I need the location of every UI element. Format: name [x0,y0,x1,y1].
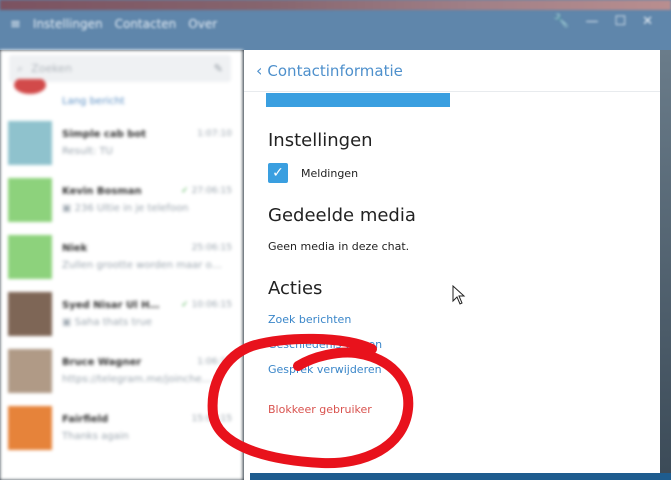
menu-item-contacts[interactable]: Contacten [115,17,177,31]
avatar [8,234,52,279]
clear-history-link[interactable]: Geschiedenis wissen [268,338,382,351]
chat-time: ✓ 27:06:15 [181,186,232,197]
notifications-checkbox[interactable]: ✓ [268,163,288,183]
chat-time-value: 27:06:15 [191,185,232,196]
maximize-button[interactable]: ☐ [614,14,626,29]
read-check-icon: ✓ [181,185,189,196]
chat-name: Niek [62,242,88,254]
menu-icon[interactable]: ≡ [10,17,21,32]
compose-icon[interactable]: ✎ [214,62,223,75]
menu-item-settings[interactable]: Instellingen [33,17,103,31]
chat-time-value: 10:06:15 [191,299,232,310]
chat-time: 25:06:15 [192,243,232,254]
list-item[interactable]: Fairfield 15:06:15 Thanks again [0,399,242,456]
list-item[interactable]: Lang bericht [0,79,242,114]
chat-time: 1:07:10 [197,129,232,140]
contact-info-header: ‹ Contactinformatie [244,50,660,92]
search-placeholder: Zoeken [31,62,72,75]
settings-title: Instellingen [268,130,373,151]
block-user-link[interactable]: Blokkeer gebruiker [268,403,372,416]
page-title: Contactinformatie [267,61,403,80]
check-icon: ✓ [272,165,284,181]
taskbar-strip [250,473,671,480]
window-border [660,50,671,480]
chat-name: Bruce Wagner [62,356,142,368]
chat-time: 15:06:15 [192,414,232,425]
chat-time: 1:06:15 [197,357,232,368]
chat-name: Syed Nisar Ul H… [62,299,160,311]
menu-item-about[interactable]: Over [188,17,217,31]
avatar [8,120,52,165]
wrench-icon[interactable]: 🔧 [553,14,569,29]
chat-list-pane: ⌕ Zoeken ✎ Lang bericht Simple cab bot 1:… [0,50,243,480]
avatar [8,291,52,336]
chat-list: Lang bericht Simple cab bot 1:07:10 Result… [0,79,242,456]
chat-time-value: 1:06:15 [197,356,232,367]
avatar [8,348,52,393]
avatar [8,405,52,450]
list-item[interactable]: Simple cab bot 1:07:10 Result: TU [0,114,242,171]
list-item[interactable]: Bruce Wagner 1:06:15 https://telegram.me/j… [0,342,242,399]
avatar [8,177,52,222]
window-controls: 🔧 — ☐ ✕ [553,14,653,29]
chat-preview: Thanks again [62,430,129,442]
chat-name: Kevin Bosman [62,185,142,197]
chat-time: ✓ 10:06:15 [181,300,232,311]
back-arrow-icon[interactable]: ‹ [256,61,262,80]
minimize-button[interactable]: — [585,14,598,29]
shared-media-title: Gedeelde media [268,205,416,226]
notifications-row[interactable]: ✓ Meldingen [268,163,358,183]
chat-preview: Zullen grootte worden maar o… [62,259,222,271]
notifications-label: Meldingen [301,166,359,180]
shared-media-text: Geen media in deze chat. [268,240,410,253]
chat-preview: Result: TU [62,145,113,157]
list-item[interactable]: Kevin Bosman ✓ 27:06:15 ▣ 236 Ultie in je t… [0,171,242,228]
list-item[interactable]: Niek 25:06:15 Zullen grootte worden maar o… [0,228,242,285]
chat-time-value: 15:06:15 [191,413,232,424]
profile-banner [266,93,450,107]
background-strip [0,0,671,10]
search-messages-link[interactable]: Zoek berichten [268,313,351,326]
chat-preview: https://telegram.me/joinche… [62,373,212,385]
close-button[interactable]: ✕ [642,14,653,29]
search-input[interactable]: ⌕ Zoeken ✎ [9,55,231,82]
contact-info-pane: ‹ Contactinformatie Instellingen ✓ Meldi… [244,50,660,480]
title-bar: ≡ Instellingen Contacten Over 🔧 — ☐ ✕ [0,0,671,50]
delete-chat-link[interactable]: Gesprek verwijderen [268,363,382,376]
main-menu: ≡ Instellingen Contacten Over [10,14,217,34]
actions-title: Acties [268,278,323,299]
mouse-cursor-icon [452,285,466,305]
search-icon: ⌕ [17,61,24,75]
read-check-icon: ✓ [181,299,189,310]
chat-preview: ▣ Saha thats true [62,316,152,328]
chat-time-value: 25:06:15 [191,242,232,253]
chat-preview: ▣ 236 Ultie in je telefoon [62,202,189,214]
chat-time-value: 1:07:10 [197,128,232,139]
list-item[interactable]: Syed Nisar Ul H… ✓ 10:06:15 ▣ Saha thats tr… [0,285,242,342]
chat-preview: Lang bericht [62,95,125,107]
chat-name: Fairfield [62,413,109,425]
chat-name: Simple cab bot [62,128,147,140]
